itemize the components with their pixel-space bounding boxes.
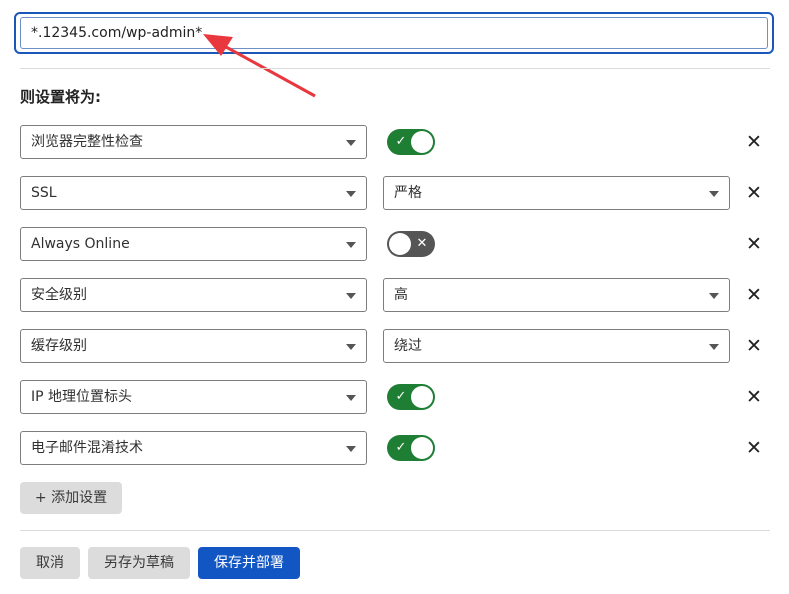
chevron-down-icon xyxy=(346,242,356,248)
remove-rule-close-icon[interactable]: ✕ xyxy=(744,132,764,152)
chevron-down-icon xyxy=(709,293,719,299)
remove-rule-close-icon[interactable]: ✕ xyxy=(744,336,764,356)
rule-row: 电子邮件混淆技术 ✓ ✕ xyxy=(0,431,789,467)
remove-rule-close-icon[interactable]: ✕ xyxy=(744,438,764,458)
annotation-arrow-icon xyxy=(203,34,316,98)
remove-rule-close-icon[interactable]: ✕ xyxy=(744,387,764,407)
setting-toggle[interactable]: ✕ xyxy=(387,231,435,257)
save-and-deploy-button[interactable]: 保存并部署 xyxy=(198,547,300,579)
toggle-knob xyxy=(411,386,433,408)
value-select[interactable]: 高 xyxy=(383,278,730,312)
add-setting-button[interactable]: + 添加设置 xyxy=(20,482,122,514)
setting-select-value: 浏览器完整性检查 xyxy=(31,134,143,150)
setting-select-value: 安全级别 xyxy=(31,287,87,303)
value-select-value: 绕过 xyxy=(394,338,422,354)
setting-toggle[interactable]: ✓ xyxy=(387,435,435,461)
check-icon: ✓ xyxy=(395,389,407,404)
chevron-down-icon xyxy=(346,191,356,197)
url-pattern-input[interactable] xyxy=(20,17,768,49)
cancel-button[interactable]: 取消 xyxy=(20,547,80,579)
setting-select-value: Always Online xyxy=(31,236,130,252)
rule-row: Always Online ✕ ✕ xyxy=(0,227,789,263)
remove-rule-close-icon[interactable]: ✕ xyxy=(744,285,764,305)
setting-toggle[interactable]: ✓ xyxy=(387,384,435,410)
chevron-down-icon xyxy=(709,191,719,197)
chevron-down-icon xyxy=(346,140,356,146)
save-draft-button[interactable]: 另存为草稿 xyxy=(88,547,190,579)
rule-row: IP 地理位置标头 ✓ ✕ xyxy=(0,380,789,416)
chevron-down-icon xyxy=(346,395,356,401)
rule-row: 安全级别 高 ✕ xyxy=(0,278,789,314)
setting-select-value: 电子邮件混淆技术 xyxy=(31,440,143,456)
toggle-knob xyxy=(411,437,433,459)
remove-rule-close-icon[interactable]: ✕ xyxy=(744,234,764,254)
value-select-value: 严格 xyxy=(394,185,422,201)
setting-select[interactable]: Always Online xyxy=(20,227,367,261)
check-icon: ✓ xyxy=(395,440,407,455)
setting-toggle[interactable]: ✓ xyxy=(387,129,435,155)
setting-select[interactable]: 浏览器完整性检查 xyxy=(20,125,367,159)
setting-select-value: IP 地理位置标头 xyxy=(31,389,133,405)
bottom-divider xyxy=(20,530,770,531)
toggle-knob xyxy=(389,233,411,255)
chevron-down-icon xyxy=(709,344,719,350)
setting-select-value: 缓存级别 xyxy=(31,338,87,354)
rule-row: 缓存级别 绕过 ✕ xyxy=(0,329,789,365)
section-title: 则设置将为: xyxy=(20,88,101,106)
setting-select[interactable]: SSL xyxy=(20,176,367,210)
value-select[interactable]: 绕过 xyxy=(383,329,730,363)
chevron-down-icon xyxy=(346,344,356,350)
rule-row: SSL 严格 ✕ xyxy=(0,176,789,212)
value-select-value: 高 xyxy=(394,287,408,303)
toggle-knob xyxy=(411,131,433,153)
remove-rule-close-icon[interactable]: ✕ xyxy=(744,183,764,203)
check-icon: ✓ xyxy=(395,134,407,149)
setting-select[interactable]: 安全级别 xyxy=(20,278,367,312)
rule-row: 浏览器完整性检查 ✓ ✕ xyxy=(0,125,789,161)
top-divider xyxy=(20,68,770,69)
close-icon: ✕ xyxy=(416,236,428,251)
setting-select[interactable]: 电子邮件混淆技术 xyxy=(20,431,367,465)
chevron-down-icon xyxy=(346,293,356,299)
setting-select[interactable]: IP 地理位置标头 xyxy=(20,380,367,414)
url-pattern-wrapper xyxy=(14,12,774,54)
setting-select-value: SSL xyxy=(31,185,57,201)
setting-select[interactable]: 缓存级别 xyxy=(20,329,367,363)
chevron-down-icon xyxy=(346,446,356,452)
value-select[interactable]: 严格 xyxy=(383,176,730,210)
